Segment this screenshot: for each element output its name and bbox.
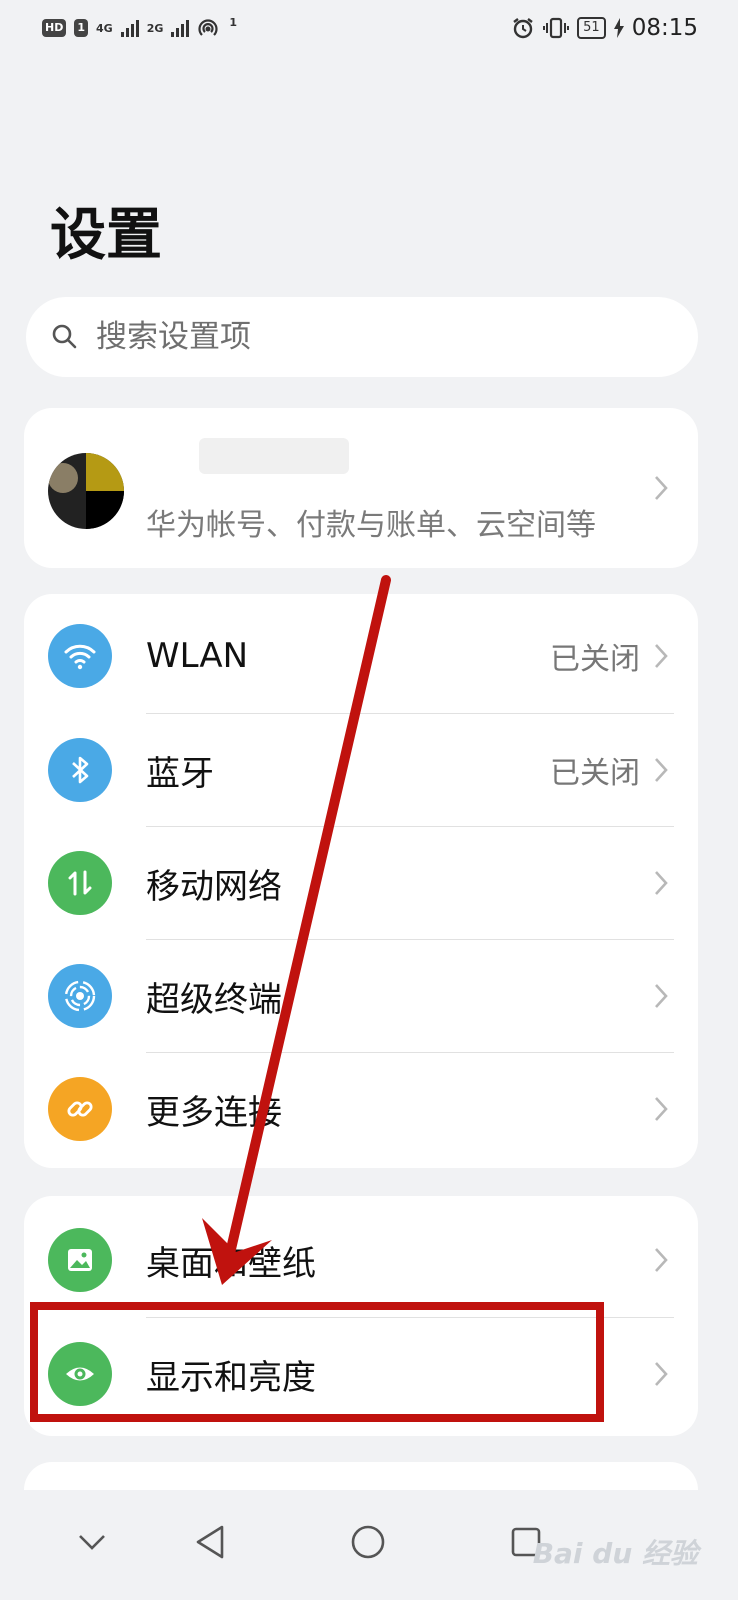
sim1-network-label: 4G (96, 21, 113, 35)
status-right: 51 08:15 (511, 15, 698, 41)
hd-badge: HD (42, 19, 67, 37)
chevron-right-icon (655, 1362, 668, 1386)
signal-icon-2 (171, 19, 190, 37)
status-time: 08:15 (631, 15, 698, 41)
chevron-right-icon (655, 984, 668, 1008)
connectivity-card: WLAN 已关闭 蓝牙 已关闭 移动网络 超级终端 更多连接 (24, 594, 698, 1168)
link-icon (48, 1077, 112, 1141)
nav-home-button[interactable] (338, 1512, 398, 1572)
charging-icon (613, 18, 624, 38)
settings-item-label: 超级终端 (146, 979, 282, 1020)
status-bar: HD 1 4G 2G 1 51 08:15 (0, 0, 738, 56)
mobile-data-icon (48, 851, 112, 915)
bluetooth-icon (48, 738, 112, 802)
chevron-down-icon (79, 1535, 105, 1550)
chevron-right-icon (655, 644, 668, 668)
search-icon (52, 324, 77, 349)
settings-item-label: WLAN (146, 636, 249, 676)
settings-item-wlan[interactable]: WLAN 已关闭 (24, 600, 698, 712)
settings-item-mobile-network[interactable]: 移动网络 (24, 827, 698, 939)
chevron-right-icon (655, 871, 668, 895)
vibrate-icon (543, 17, 570, 39)
chevron-right-icon (655, 476, 668, 500)
settings-item-label: 更多连接 (146, 1092, 282, 1133)
chevron-right-icon (655, 758, 668, 782)
avatar (48, 453, 124, 529)
home-circle-icon (351, 1525, 385, 1559)
signal-icon (120, 19, 139, 37)
watermark-logo: Bai du 经验 (532, 1537, 698, 1570)
settings-item-value: 已关闭 (550, 642, 640, 677)
settings-item-value: 已关闭 (550, 756, 640, 791)
account-name-placeholder (199, 438, 349, 474)
account-subtitle: 华为帐号、付款与账单、云空间等 (146, 508, 596, 543)
nav-back-button[interactable] (180, 1512, 240, 1572)
search-input[interactable] (96, 319, 656, 355)
alarm-icon (513, 18, 533, 39)
settings-item-label: 桌面和壁纸 (146, 1243, 316, 1284)
sim2-network-label: 2G (146, 21, 164, 35)
battery-indicator: 51 (577, 17, 606, 39)
account-card[interactable]: 华为帐号、付款与账单、云空间等 (24, 408, 698, 568)
settings-item-label: 蓝牙 (146, 753, 214, 794)
sim1-badge: 1 (74, 19, 88, 37)
back-triangle-icon (196, 1525, 224, 1559)
annotation-highlight-box (30, 1302, 604, 1422)
settings-item-bluetooth[interactable]: 蓝牙 已关闭 (24, 714, 698, 826)
hotspot-count: 1 (229, 16, 238, 29)
settings-item-more-connections[interactable]: 更多连接 (24, 1053, 698, 1165)
nav-collapse-button[interactable] (62, 1512, 122, 1572)
chevron-right-icon (655, 1248, 668, 1272)
hotspot-icon (198, 19, 218, 36)
search-bar[interactable] (26, 297, 698, 377)
settings-item-label: 移动网络 (146, 866, 282, 907)
settings-item-wallpaper[interactable]: 桌面和壁纸 (24, 1204, 698, 1316)
wifi-icon (48, 624, 112, 688)
status-left: HD 1 4G 2G 1 (42, 17, 237, 39)
chevron-right-icon (655, 1097, 668, 1121)
settings-item-super-device[interactable]: 超级终端 (24, 940, 698, 1052)
wallpaper-icon (48, 1228, 112, 1292)
super-device-icon (48, 964, 112, 1028)
page-title: 设置 (50, 203, 162, 268)
